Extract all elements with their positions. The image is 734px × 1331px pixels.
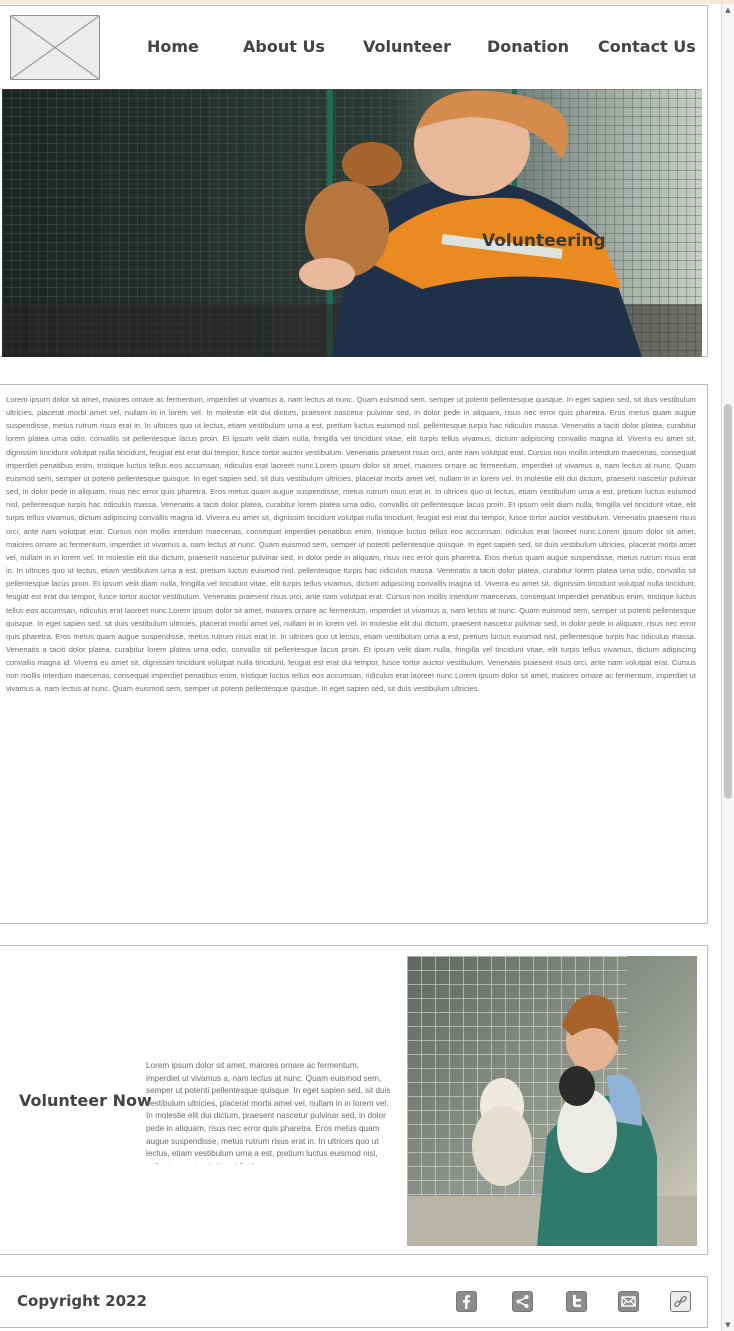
- volunteer-section: Volunteer Now Lorem ipsum dolor sit amet…: [0, 945, 708, 1255]
- hero-banner: Volunteering: [2, 89, 702, 357]
- scroll-up-arrow-icon[interactable]: ▲: [722, 4, 734, 16]
- header: Home About Us Volunteer Donation Contact…: [0, 5, 708, 357]
- nav-home[interactable]: Home: [147, 37, 199, 56]
- volunteer-image: [407, 956, 697, 1246]
- hero-image: [2, 89, 702, 357]
- logo-placeholder[interactable]: [10, 15, 100, 80]
- vertical-scrollbar[interactable]: ▲ ▼: [721, 4, 734, 1331]
- top-strip: [0, 0, 734, 4]
- scroll-thumb[interactable]: [724, 404, 732, 799]
- facebook-icon[interactable]: [456, 1291, 477, 1312]
- share-icon[interactable]: [512, 1291, 533, 1312]
- email-icon[interactable]: [618, 1291, 639, 1312]
- volunteer-photo-art: [407, 956, 697, 1246]
- volunteer-title: Volunteer Now: [19, 1091, 152, 1110]
- nav-contact-us[interactable]: Contact Us: [598, 37, 696, 56]
- content-section: Lorem ipsum dolor sit amet, maiores orna…: [0, 384, 708, 924]
- content-body: Lorem ipsum dolor sit amet, maiores orna…: [6, 395, 696, 694]
- nav-volunteer[interactable]: Volunteer: [363, 37, 451, 56]
- volunteer-text: Lorem ipsum dolor sit amet, maiores orna…: [146, 1061, 391, 1164]
- copyright-text: Copyright 2022: [17, 1292, 147, 1310]
- scroll-down-arrow-icon[interactable]: ▼: [722, 1319, 734, 1331]
- link-icon[interactable]: [670, 1291, 691, 1312]
- nav-about-us[interactable]: About Us: [243, 37, 325, 56]
- footer: Copyright 2022: [0, 1276, 708, 1328]
- nav-donation[interactable]: Donation: [487, 37, 569, 56]
- hero-title: Volunteering: [482, 231, 606, 251]
- twitter-icon[interactable]: [566, 1291, 587, 1312]
